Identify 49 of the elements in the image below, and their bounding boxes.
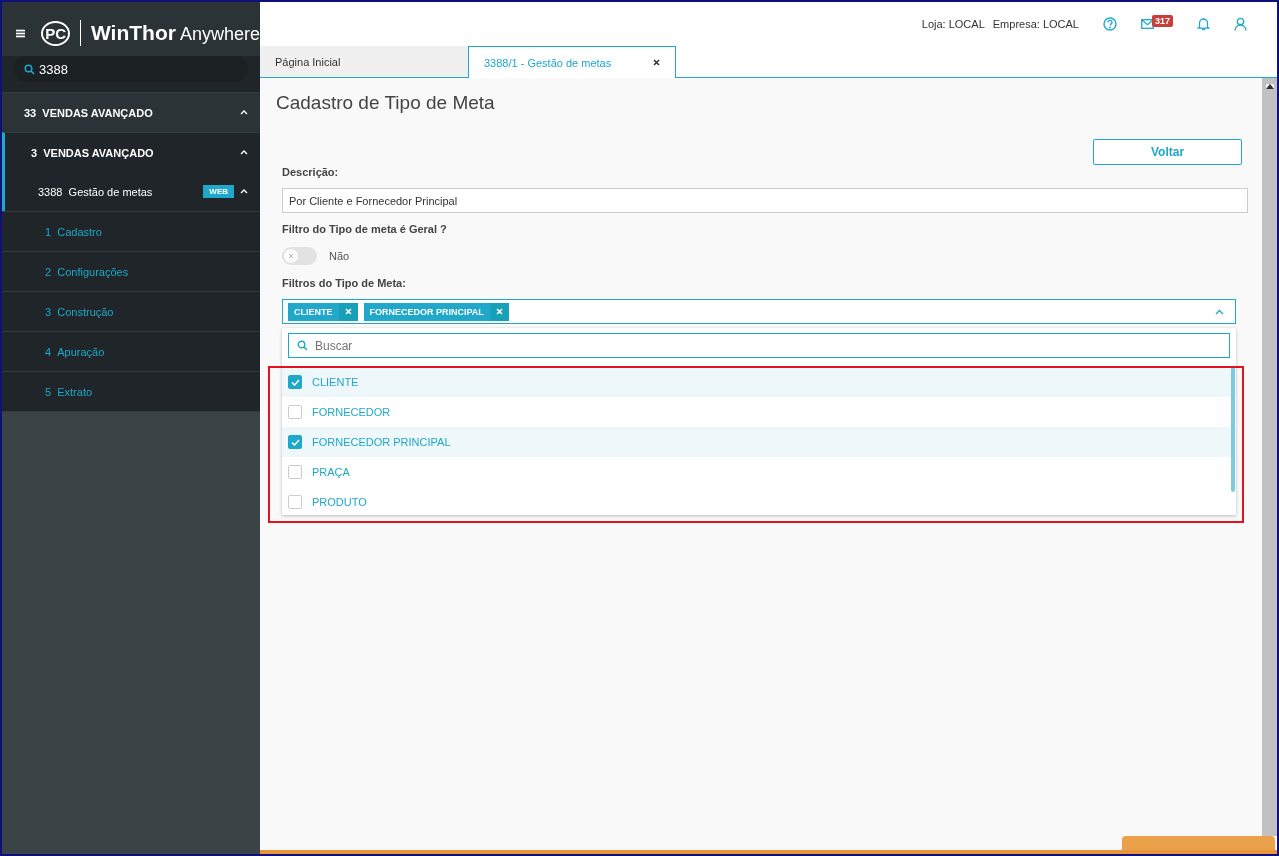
menu-item-label: 1 Cadastro bbox=[45, 225, 103, 238]
menu-icon[interactable] bbox=[16, 28, 26, 38]
remove-tag-button[interactable] bbox=[489, 302, 509, 321]
checkbox[interactable] bbox=[288, 375, 302, 389]
toggle-label: Não bbox=[329, 250, 350, 262]
option-item[interactable]: PRODUTO bbox=[282, 487, 1236, 515]
close-icon[interactable] bbox=[653, 59, 660, 66]
app-logo: WinThor Anywhere bbox=[90, 21, 260, 45]
menu-item-label: 33 VENDAS AVANÇADO bbox=[24, 106, 154, 119]
checkbox[interactable] bbox=[288, 435, 302, 449]
help-icon[interactable] bbox=[1102, 17, 1117, 31]
search-icon bbox=[24, 64, 35, 75]
tab[interactable]: Página Inicial bbox=[260, 46, 468, 77]
menu-item-label: 2 Configurações bbox=[45, 265, 130, 278]
tab[interactable]: 3388/1 - Gestão de metas bbox=[468, 46, 676, 78]
remove-tag-button[interactable] bbox=[338, 302, 358, 321]
toggle-switch[interactable] bbox=[282, 247, 317, 265]
field-label: Filtro do Tipo de meta é Geral ? bbox=[282, 223, 448, 235]
logo-mark: PC bbox=[41, 20, 71, 46]
description-field[interactable]: Por Cliente e Fornecedor Principal bbox=[282, 188, 1248, 213]
menu-item-label: 3388 Gestão de metas bbox=[38, 185, 154, 198]
field-label: Filtros do Tipo de Meta: bbox=[282, 277, 407, 289]
search-field[interactable]: 3388 bbox=[14, 56, 248, 82]
checkbox[interactable] bbox=[288, 405, 302, 419]
cross-icon bbox=[288, 253, 294, 259]
filter-tag: FORNECEDOR PRINCIPAL bbox=[363, 302, 509, 321]
option-item[interactable]: FORNECEDOR bbox=[282, 397, 1236, 427]
arrow-up-icon[interactable] bbox=[1265, 84, 1274, 89]
search-icon bbox=[297, 340, 308, 351]
user-icon[interactable] bbox=[1234, 17, 1247, 31]
page-title: Cadastro de Tipo de Meta bbox=[276, 92, 496, 114]
scrollbar[interactable] bbox=[1262, 78, 1277, 836]
mail-icon[interactable] bbox=[1140, 19, 1154, 29]
option-item[interactable]: PRAÇA bbox=[282, 457, 1236, 487]
menu-item-label: 5 Extrato bbox=[45, 385, 94, 398]
search-field[interactable]: Buscar bbox=[288, 333, 1230, 358]
bell-icon[interactable] bbox=[1197, 17, 1210, 31]
checkbox[interactable] bbox=[288, 495, 302, 509]
field-label: Descrição: bbox=[282, 166, 340, 178]
web-badge: WEB bbox=[203, 185, 234, 198]
company-label: Empresa: LOCAL bbox=[992, 18, 1079, 30]
menu-item[interactable]: 33 VENDAS AVANÇADO bbox=[2, 92, 260, 132]
menu-item-label: 3 Construção bbox=[45, 305, 115, 318]
store-label: Loja: LOCAL bbox=[921, 18, 985, 30]
checkbox[interactable] bbox=[288, 465, 302, 479]
menu-item-label: 3 VENDAS AVANÇADO bbox=[31, 146, 155, 159]
mail-count-badge: 317 bbox=[1151, 15, 1173, 27]
filter-tag: CLIENTE bbox=[288, 302, 358, 321]
menu-item-label: 4 Apuração bbox=[45, 345, 106, 358]
